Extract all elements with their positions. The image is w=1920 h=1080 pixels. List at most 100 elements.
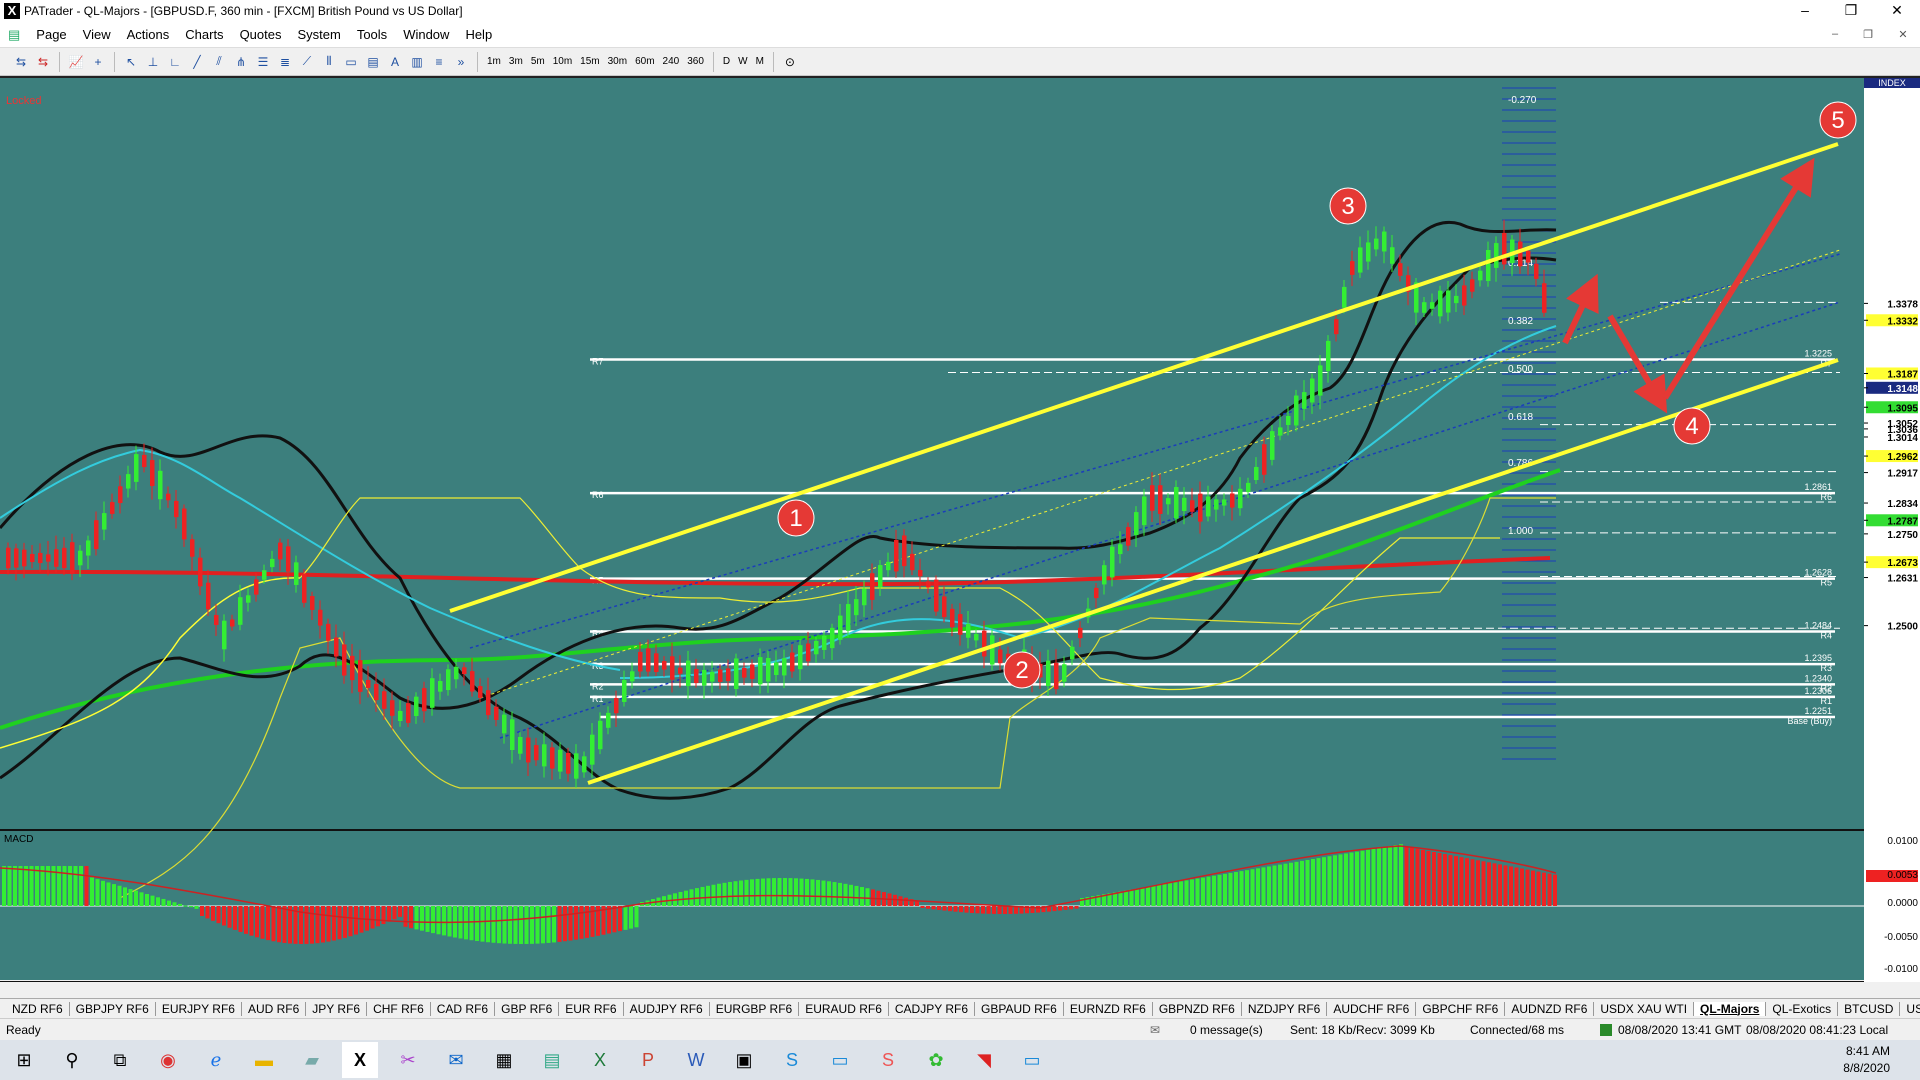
chart-icon[interactable]: 📈 [67, 53, 85, 71]
symbol-tab[interactable]: EURNZD RF6 [1064, 1001, 1153, 1016]
channel-icon[interactable]: ⫽ [210, 53, 228, 71]
red-app-icon[interactable]: ◥ [966, 1042, 1002, 1078]
symbol-tab[interactable]: EURAUD RF6 [799, 1001, 889, 1016]
window-icon[interactable]: ▣ [726, 1042, 762, 1078]
symbol-tab[interactable]: BTCUSD [1838, 1001, 1901, 1016]
symbol-tab[interactable]: CAD RF6 [431, 1001, 496, 1016]
task-view-icon[interactable]: ⧉ [102, 1042, 138, 1078]
calculator-icon[interactable]: ▦ [486, 1042, 522, 1078]
tf-15m[interactable]: 15m [576, 56, 603, 67]
maximize-button[interactable]: ❐ [1828, 0, 1874, 22]
fib-retracement-icon[interactable]: ☰ [254, 53, 272, 71]
s-app-icon[interactable]: S [870, 1042, 906, 1078]
menu-tools[interactable]: Tools [349, 27, 395, 42]
symbol-tab[interactable]: AUD RF6 [242, 1001, 307, 1016]
powerpoint-icon[interactable]: P [630, 1042, 666, 1078]
leaf-icon[interactable]: ✿ [918, 1042, 954, 1078]
search-icon[interactable]: ⚲ [54, 1042, 90, 1078]
symbol-tab[interactable]: GBP RF6 [495, 1001, 560, 1016]
rectangle-icon[interactable]: ▭ [342, 53, 360, 71]
tf-240[interactable]: 240 [659, 56, 684, 67]
trendline-icon[interactable]: ╱ [188, 53, 206, 71]
child-minimize-icon[interactable]: ‒ [1824, 28, 1846, 40]
edge-icon[interactable]: ℯ [198, 1042, 234, 1078]
sync-icon[interactable]: ⊙ [781, 53, 799, 71]
symbol-tab[interactable]: CHF RF6 [367, 1001, 431, 1016]
sell-icon[interactable]: ⇆ [34, 53, 52, 71]
pivot-icon[interactable]: ▤ [364, 53, 382, 71]
tf-30m[interactable]: 30m [604, 56, 631, 67]
menu-help[interactable]: Help [457, 27, 500, 42]
symbol-tab[interactable]: AUDNZD RF6 [1505, 1001, 1595, 1016]
outlook-icon[interactable]: ✉ [438, 1042, 474, 1078]
pointer-icon[interactable]: ↖ [122, 53, 140, 71]
fib-extension-icon[interactable]: ≣ [276, 53, 294, 71]
symbol-tab[interactable]: AUDCHF RF6 [1327, 1001, 1417, 1016]
symbol-tab[interactable]: GBPAUD RF6 [975, 1001, 1064, 1016]
menu-actions[interactable]: Actions [119, 27, 178, 42]
tf-3m[interactable]: 3m [505, 56, 527, 67]
remote-desktop-icon[interactable]: ▭ [822, 1042, 858, 1078]
symbol-tab[interactable]: CADJPY RF6 [889, 1001, 976, 1016]
gann-icon[interactable]: ▥ [408, 53, 426, 71]
pitchfork-icon[interactable]: ⋔ [232, 53, 250, 71]
system-tray[interactable]: 8:41 AM 8/8/2020 [1843, 1043, 1890, 1077]
child-restore-icon[interactable]: ❐ [1857, 28, 1879, 41]
tf-1m[interactable]: 1m [483, 56, 505, 67]
menu-system[interactable]: System [289, 27, 348, 42]
close-button[interactable]: ✕ [1874, 0, 1920, 22]
tf-10m[interactable]: 10m [549, 56, 576, 67]
menu-quotes[interactable]: Quotes [232, 27, 290, 42]
symbol-tab[interactable]: GBPCHF RF6 [1416, 1001, 1506, 1016]
fan-icon[interactable]: ⟋ [298, 53, 316, 71]
menu-page[interactable]: Page [28, 27, 74, 42]
menu-view[interactable]: View [75, 27, 119, 42]
text-icon[interactable]: A [386, 53, 404, 71]
hline-icon[interactable]: ⊥ [144, 53, 162, 71]
price-chart[interactable]: INDEX Locked MACD R71.3225R7R61.2861R6R5… [0, 78, 1920, 982]
symbol-tab[interactable]: GBPJPY RF6 [70, 1001, 156, 1016]
symbol-tab[interactable]: JPY RF6 [306, 1001, 368, 1016]
menu-window[interactable]: Window [395, 27, 457, 42]
windows-start-icon[interactable]: ⊞ [6, 1042, 42, 1078]
buy-icon[interactable]: ⇆ [12, 53, 30, 71]
chrome-icon[interactable]: ◉ [150, 1042, 186, 1078]
symbol-tab[interactable]: USDX RF6 [1900, 1002, 1920, 1016]
snip-icon[interactable]: ✂ [390, 1042, 426, 1078]
more-tools-icon[interactable]: » [452, 53, 470, 71]
app-icon[interactable]: ▰ [294, 1042, 330, 1078]
tf-360[interactable]: 360 [683, 56, 708, 67]
word-icon[interactable]: W [678, 1042, 714, 1078]
minimize-button[interactable]: – [1782, 0, 1828, 22]
symbol-tab[interactable]: EUR RF6 [559, 1001, 624, 1016]
tf-daily[interactable]: D [719, 56, 734, 67]
chart-panel[interactable]: INDEX Locked MACD R71.3225R7R61.2861R6R5… [0, 76, 1920, 982]
symbol-tab[interactable]: USDX XAU WTI [1594, 1001, 1695, 1016]
menu-charts[interactable]: Charts [177, 27, 231, 42]
symbol-tab[interactable]: EURJPY RF6 [156, 1001, 242, 1016]
finance-icon[interactable]: ▤ [534, 1042, 570, 1078]
tf-5m[interactable]: 5m [527, 56, 549, 67]
page-icon[interactable]: ▤ [0, 27, 28, 43]
symbol-tab[interactable]: NZDJPY RF6 [1242, 1001, 1328, 1016]
laptop-icon[interactable]: ▭ [1014, 1042, 1050, 1078]
tf-monthly[interactable]: M [752, 56, 768, 67]
crosshair-icon[interactable]: + [89, 53, 107, 71]
skype-icon[interactable]: S [774, 1042, 810, 1078]
symbol-tab[interactable]: QL-Exotics [1766, 1001, 1839, 1016]
alert-icon[interactable]: ≡ [430, 53, 448, 71]
child-close-icon[interactable]: ✕ [1892, 28, 1914, 41]
symbol-tab[interactable]: AUDJPY RF6 [624, 1001, 710, 1016]
vline-icon[interactable]: ∟ [166, 53, 184, 71]
symbol-tab[interactable]: EURGBP RF6 [710, 1001, 800, 1016]
tf-60m[interactable]: 60m [631, 56, 658, 67]
cycle-icon[interactable]: ⦀ [320, 53, 338, 71]
symbol-tab[interactable]: GBPNZD RF6 [1153, 1001, 1242, 1016]
symbol-tab[interactable]: QL-Majors [1694, 1001, 1767, 1016]
mail-icon[interactable]: ✉ [1150, 1023, 1190, 1037]
file-explorer-icon[interactable]: ▬ [246, 1042, 282, 1078]
patrader-taskbar-icon[interactable]: X [342, 1042, 378, 1078]
excel-icon[interactable]: X [582, 1042, 618, 1078]
tf-weekly[interactable]: W [734, 56, 751, 67]
symbol-tab[interactable]: NZD RF6 [6, 1001, 70, 1016]
